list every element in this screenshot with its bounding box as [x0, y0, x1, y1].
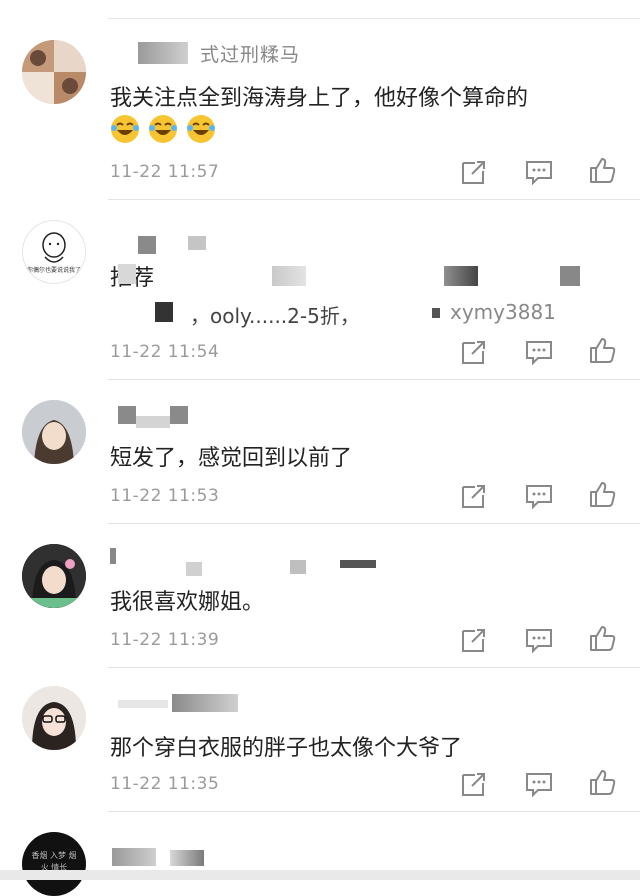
name-blur	[118, 406, 136, 424]
name-blur	[170, 406, 188, 424]
avatar[interactable]	[22, 400, 86, 464]
laugh-cry-emoji	[148, 114, 178, 144]
comment-text: 我很喜欢娜姐。	[110, 590, 265, 615]
laugh-cry-emoji	[110, 114, 140, 144]
user-name[interactable]: 式过刑糅马	[200, 40, 300, 67]
like-button[interactable]	[588, 768, 616, 796]
like-button[interactable]	[588, 624, 616, 652]
laugh-cry-emoji	[186, 114, 216, 144]
name-blur	[170, 850, 204, 866]
name-blur	[290, 560, 306, 574]
comment-icon	[526, 341, 552, 366]
avatar[interactable]	[22, 544, 86, 608]
name-blur	[188, 236, 206, 250]
name-blur	[340, 560, 376, 568]
text-blur	[272, 266, 306, 286]
emoji-row	[110, 114, 224, 144]
share-button[interactable]	[460, 158, 488, 186]
avatar[interactable]	[22, 686, 86, 750]
text-blur	[432, 308, 440, 318]
comment-text: 那个穿白衣服的胖子也太像个大爷了	[110, 736, 463, 761]
thumbs-up-icon	[590, 158, 616, 183]
thumbs-up-icon	[590, 770, 616, 795]
comment-time: 11-22 11:54	[110, 342, 220, 362]
share-button[interactable]	[460, 626, 488, 654]
comment-icon	[526, 629, 552, 654]
name-blur	[138, 42, 188, 64]
share-button[interactable]	[460, 338, 488, 366]
reply-button[interactable]	[525, 482, 553, 510]
comment-icon	[526, 485, 552, 510]
share-button[interactable]	[460, 770, 488, 798]
comment-subtext: ，ooly......2-5折，	[190, 304, 360, 328]
share-icon	[462, 629, 485, 652]
avatar-caption: 你偶尔也要说说我了	[26, 267, 81, 274]
reply-button[interactable]	[525, 626, 553, 654]
thumbs-up-icon	[590, 338, 616, 363]
name-blur	[112, 848, 156, 866]
text-blur	[560, 266, 580, 286]
comment-item: 短发了，感觉回到以前了 11-22 11:53	[0, 380, 640, 524]
share-icon	[462, 773, 485, 796]
comment-subtext: xymy3881	[450, 300, 556, 324]
text-blur	[118, 264, 136, 284]
comment-text: 我关注点全到海涛身上了，他好像个算命的	[110, 86, 529, 111]
name-blur	[110, 548, 116, 564]
avatar[interactable]: 你偶尔也要说说我了	[22, 220, 86, 284]
comment-item: 我很喜欢娜姐。 11-22 11:39	[0, 524, 640, 668]
name-blur	[172, 694, 238, 712]
comment-item: 那个穿白衣服的胖子也太像个大爷了 11-22 11:35	[0, 668, 640, 812]
share-icon	[462, 485, 485, 508]
comment-item: 你偶尔也要说说我了 推荐 ，ooly......2-5折， xymy3881 1…	[0, 200, 640, 380]
thumbs-up-icon	[590, 626, 616, 651]
name-blur	[138, 236, 156, 254]
name-blur	[136, 416, 170, 428]
comment-time: 11-22 11:35	[110, 774, 220, 794]
name-blur	[118, 700, 168, 708]
thumbs-up-icon	[590, 482, 616, 507]
name-blur	[186, 562, 202, 576]
avatar[interactable]	[22, 40, 86, 104]
like-button[interactable]	[588, 480, 616, 508]
comment-time: 11-22 11:53	[110, 486, 220, 506]
text-blur	[444, 266, 478, 286]
reply-button[interactable]	[525, 338, 553, 366]
like-button[interactable]	[588, 156, 616, 184]
comment-item: 式过刑糅马 我关注点全到海涛身上了，他好像个算命的 11-22 11:57	[0, 0, 640, 200]
avatar[interactable]: 香烟 入梦 烟火 情长	[22, 832, 86, 896]
text-blur	[155, 302, 173, 322]
bottom-edge	[0, 870, 640, 880]
share-button[interactable]	[460, 482, 488, 510]
comment-time: 11-22 11:57	[110, 162, 220, 182]
share-icon	[462, 341, 485, 364]
like-button[interactable]	[588, 336, 616, 364]
comment-icon	[526, 161, 552, 186]
reply-button[interactable]	[525, 770, 553, 798]
share-icon	[462, 161, 485, 184]
comment-text: 短发了，感觉回到以前了	[110, 446, 353, 471]
comment-time: 11-22 11:39	[110, 630, 220, 650]
reply-button[interactable]	[525, 158, 553, 186]
comment-icon	[526, 773, 552, 798]
